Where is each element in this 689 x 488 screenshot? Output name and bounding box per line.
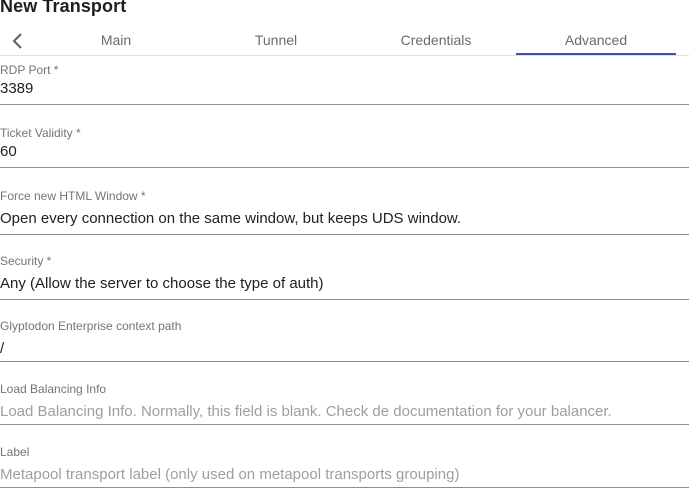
- tab-main[interactable]: Main: [36, 24, 196, 55]
- rdp-port-underline: [0, 104, 689, 105]
- tab-advanced[interactable]: Advanced: [516, 24, 676, 55]
- force-new-window-underline: [0, 234, 689, 235]
- security-select[interactable]: Any (Allow the server to choose the type…: [0, 275, 324, 292]
- label-field[interactable]: Label Metapool transport label (only use…: [0, 445, 689, 488]
- glyptodon-path-field[interactable]: Glyptodon Enterprise context path /: [0, 319, 689, 362]
- label-label: Label: [0, 445, 30, 459]
- rdp-port-label: RDP Port *: [0, 63, 59, 77]
- active-tab-indicator: [516, 53, 676, 55]
- force-new-window-field[interactable]: Force new HTML Window * Open every conne…: [0, 189, 689, 235]
- ticket-validity-field[interactable]: Ticket Validity * 60: [0, 126, 689, 168]
- tab-tunnel[interactable]: Tunnel: [196, 24, 356, 55]
- load-balancing-label: Load Balancing Info: [0, 382, 107, 396]
- tab-scroll-back-button[interactable]: [4, 29, 32, 53]
- ticket-validity-input[interactable]: 60: [0, 143, 17, 160]
- ticket-validity-underline: [0, 167, 689, 168]
- dialog-title: New Transport: [0, 0, 127, 16]
- tab-bar: Main Tunnel Credentials Advanced: [0, 24, 689, 56]
- chevron-left-icon: [12, 33, 22, 49]
- label-input[interactable]: Metapool transport label (only used on m…: [0, 466, 459, 483]
- security-field[interactable]: Security * Any (Allow the server to choo…: [0, 254, 689, 300]
- force-new-window-label: Force new HTML Window *: [0, 189, 146, 203]
- security-label: Security *: [0, 254, 52, 268]
- load-balancing-input[interactable]: Load Balancing Info. Normally, this fiel…: [0, 403, 612, 420]
- force-new-window-select[interactable]: Open every connection on the same window…: [0, 210, 461, 227]
- glyptodon-path-input[interactable]: /: [0, 340, 4, 357]
- ticket-validity-label: Ticket Validity *: [0, 126, 81, 140]
- security-underline: [0, 299, 689, 300]
- rdp-port-input[interactable]: 3389: [0, 80, 33, 97]
- load-balancing-field[interactable]: Load Balancing Info Load Balancing Info.…: [0, 382, 689, 425]
- load-balancing-underline: [0, 424, 689, 425]
- rdp-port-field[interactable]: RDP Port * 3389: [0, 63, 689, 105]
- glyptodon-path-label: Glyptodon Enterprise context path: [0, 319, 182, 333]
- tab-credentials[interactable]: Credentials: [356, 24, 516, 55]
- glyptodon-path-underline: [0, 361, 689, 362]
